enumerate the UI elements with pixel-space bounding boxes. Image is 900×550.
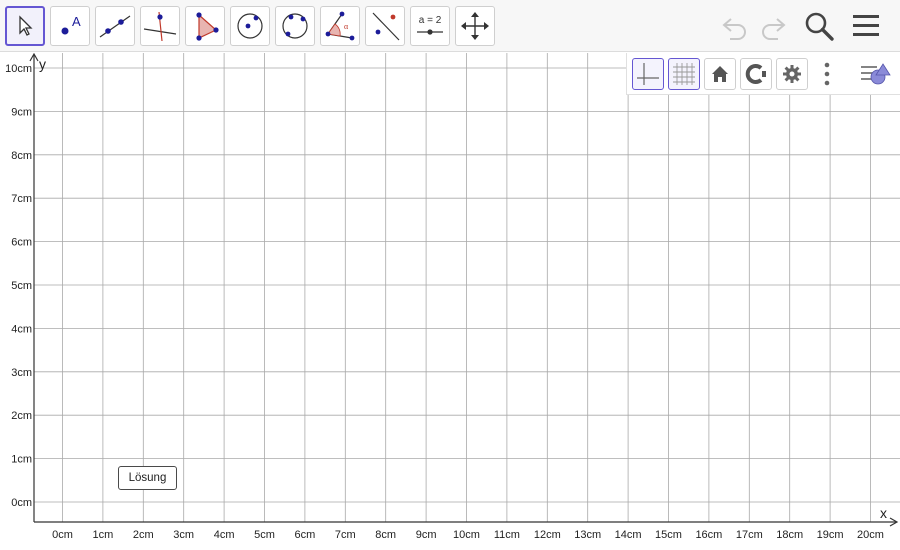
y-tick-label: 2cm: [11, 410, 32, 422]
cursor-arrow-icon: [19, 15, 33, 36]
axes-icon: [637, 63, 659, 85]
x-tick-label: 12cm: [534, 529, 561, 541]
slider-tool-button[interactable]: a = 2: [410, 6, 450, 46]
perpendicular-line-tool-button[interactable]: [140, 6, 180, 46]
reflect-icon: [372, 12, 400, 41]
y-tick-label: 7cm: [11, 193, 32, 205]
c-shape-icon: [745, 64, 766, 84]
point-icon: A: [61, 14, 81, 35]
more-vertical-icon[interactable]: [819, 58, 835, 90]
x-tick-label: 14cm: [615, 529, 642, 541]
y-tick-label: 9cm: [11, 106, 32, 118]
x-tick-label: 11cm: [494, 529, 520, 541]
x-tick-label: 9cm: [416, 529, 437, 541]
move-tool-button[interactable]: [5, 6, 45, 46]
x-tick-label: 19cm: [817, 529, 844, 541]
x-axis-label: x: [880, 505, 887, 521]
point-tool-label: A: [72, 14, 81, 29]
y-axis-label: y: [39, 56, 46, 72]
slider-icon: a = 2: [417, 15, 443, 35]
y-tick-label: 6cm: [11, 237, 32, 249]
x-tick-label: 2cm: [133, 529, 154, 541]
reflect-tool-button[interactable]: [365, 6, 405, 46]
graphics-settings-button[interactable]: [740, 58, 772, 90]
angle-icon: α: [325, 11, 355, 41]
circle-center-tool-button[interactable]: [230, 6, 270, 46]
perpendicular-line-icon: [143, 11, 177, 42]
move-graphics-tool-button[interactable]: [455, 6, 495, 46]
search-icon[interactable]: [801, 8, 837, 44]
move-arrows-icon: [461, 12, 489, 40]
home-icon: [712, 66, 728, 82]
y-tick-label: 4cm: [11, 323, 32, 335]
grid-toggle-button[interactable]: [668, 58, 700, 90]
x-tick-label: 5cm: [254, 529, 275, 541]
slider-tool-label: a = 2: [419, 15, 442, 26]
y-tick-label: 10cm: [5, 63, 32, 75]
point-tool-button[interactable]: A: [50, 6, 90, 46]
x-tick-label: 7cm: [335, 529, 356, 541]
y-tick-label: 3cm: [11, 367, 32, 379]
menu-icon[interactable]: [848, 8, 884, 44]
axes-toggle-button[interactable]: [632, 58, 664, 90]
angle-tool-button[interactable]: α: [320, 6, 360, 46]
solution-button[interactable]: Lösung: [118, 466, 177, 490]
circle-three-points-icon: [282, 13, 308, 39]
x-tick-label: 15cm: [655, 529, 682, 541]
x-tick-label: 13cm: [574, 529, 601, 541]
style-bar-toggle-icon[interactable]: [859, 58, 895, 90]
x-tick-label: 3cm: [173, 529, 194, 541]
circle-center-icon: [237, 13, 263, 39]
undo-icon[interactable]: [717, 8, 753, 44]
toolbar: A α a = 2: [0, 0, 900, 52]
grid-icon: [673, 63, 695, 85]
x-tick-label: 4cm: [214, 529, 235, 541]
x-tick-label: 8cm: [375, 529, 396, 541]
x-tick-label: 20cm: [857, 529, 884, 541]
line-icon: [99, 15, 131, 38]
y-tick-label: 5cm: [11, 280, 32, 292]
angle-tool-label: α: [344, 22, 349, 31]
x-tick-label: 0cm: [52, 529, 73, 541]
settings-button[interactable]: [776, 58, 808, 90]
y-tick-label: 8cm: [11, 150, 32, 162]
circle-three-points-tool-button[interactable]: [275, 6, 315, 46]
x-tick-label: 10cm: [453, 529, 480, 541]
style-bar: [626, 53, 900, 95]
x-tick-label: 17cm: [736, 529, 763, 541]
polygon-tool-button[interactable]: [185, 6, 225, 46]
x-tick-label: 6cm: [295, 529, 316, 541]
redo-icon[interactable]: [755, 8, 791, 44]
gear-icon: [783, 65, 801, 83]
polygon-icon: [196, 12, 219, 41]
x-tick-label: 16cm: [695, 529, 722, 541]
y-tick-label: 0cm: [11, 497, 32, 509]
standard-view-button[interactable]: [704, 58, 736, 90]
x-tick-label: 1cm: [93, 529, 114, 541]
y-tick-label: 1cm: [11, 454, 32, 466]
line-tool-button[interactable]: [95, 6, 135, 46]
x-tick-label: 18cm: [776, 529, 803, 541]
